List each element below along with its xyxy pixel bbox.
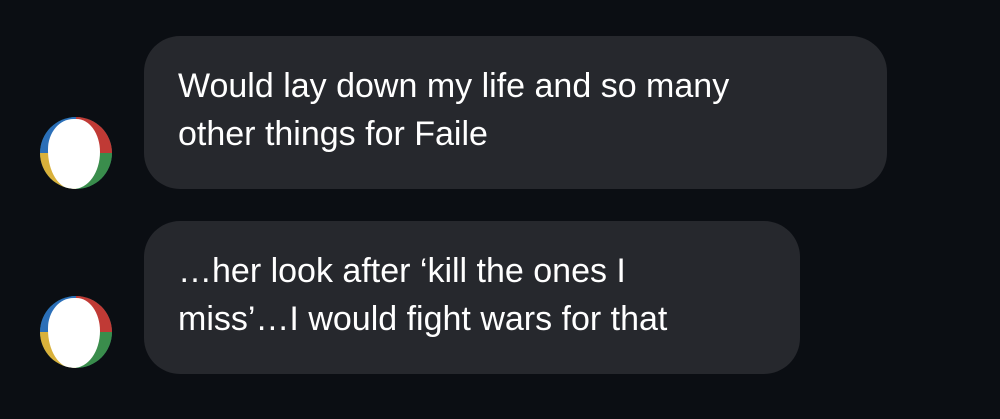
message-bubble[interactable]: …her look after ‘kill the ones I miss’…I… xyxy=(144,221,800,374)
sender-avatar[interactable] xyxy=(40,296,112,368)
message-text-line: …her look after ‘kill the ones I xyxy=(178,252,626,290)
message-text-line: miss’…I would fight wars for that xyxy=(178,300,668,338)
message-bubble[interactable]: Would lay down my life and so many other… xyxy=(144,36,887,189)
sender-avatar[interactable] xyxy=(40,117,112,189)
message-text-line: other things for Faile xyxy=(178,115,488,153)
message-text-line: Would lay down my life and so many xyxy=(178,67,730,105)
